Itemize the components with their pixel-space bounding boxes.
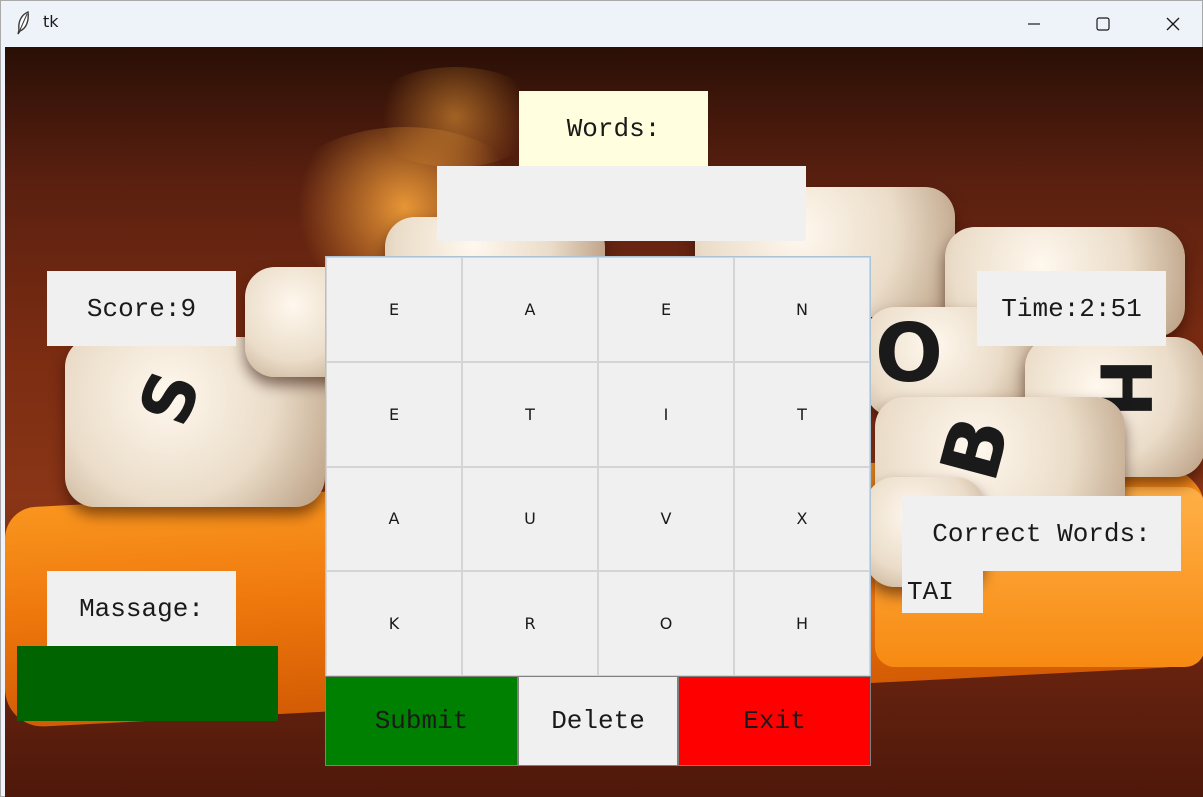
letter-tile[interactable]: R <box>462 571 598 676</box>
close-icon <box>1166 17 1180 30</box>
correct-words-label: Correct Words: <box>902 496 1181 571</box>
letter-tile[interactable]: N <box>734 257 870 362</box>
words-label: Words: <box>519 91 708 166</box>
massage-label: Massage: <box>47 571 236 646</box>
window-title: tk <box>43 12 59 31</box>
exit-button[interactable]: Exit <box>678 676 871 766</box>
minimize-icon <box>1028 22 1040 25</box>
app-window: tk S O H B Words: Score:9 Time:2:51 Corr… <box>0 0 1203 797</box>
letter-tile[interactable]: T <box>734 361 870 467</box>
massage-box <box>17 646 278 721</box>
letter-tile[interactable]: H <box>734 571 870 676</box>
background-blur <box>365 67 545 167</box>
submit-button[interactable]: Submit <box>325 676 518 766</box>
letter-tile[interactable]: A <box>462 257 598 362</box>
score-label: Score:9 <box>47 271 236 346</box>
letter-tile[interactable]: V <box>598 466 734 572</box>
correct-words-list: TAI <box>902 571 983 613</box>
letter-tile[interactable]: A <box>326 466 462 572</box>
delete-button[interactable]: Delete <box>518 676 678 766</box>
time-label: Time:2:51 <box>977 271 1166 346</box>
letter-tile[interactable]: E <box>326 257 462 362</box>
letter-tile[interactable]: I <box>598 361 734 467</box>
letter-tile[interactable]: U <box>462 466 598 572</box>
game-canvas: S O H B Words: Score:9 Time:2:51 Correct… <box>5 47 1203 797</box>
letter-tile[interactable]: E <box>326 361 462 467</box>
letter-tile[interactable]: K <box>326 571 462 676</box>
letter-tile[interactable]: T <box>462 361 598 467</box>
correct-word: TAI <box>907 577 954 607</box>
letter-tile[interactable]: X <box>734 466 870 572</box>
title-bar: tk <box>1 1 1202 46</box>
words-entry[interactable] <box>437 166 806 241</box>
minimize-button[interactable] <box>999 1 1069 46</box>
letter-grid: E A E N E T I T A U V X K R O H <box>325 256 871 677</box>
letter-tile[interactable]: E <box>598 257 734 362</box>
maximize-button[interactable] <box>1068 1 1138 46</box>
maximize-icon <box>1096 16 1110 31</box>
close-button[interactable] <box>1138 1 1203 46</box>
feather-icon <box>15 10 31 35</box>
letter-tile[interactable]: O <box>598 571 734 676</box>
